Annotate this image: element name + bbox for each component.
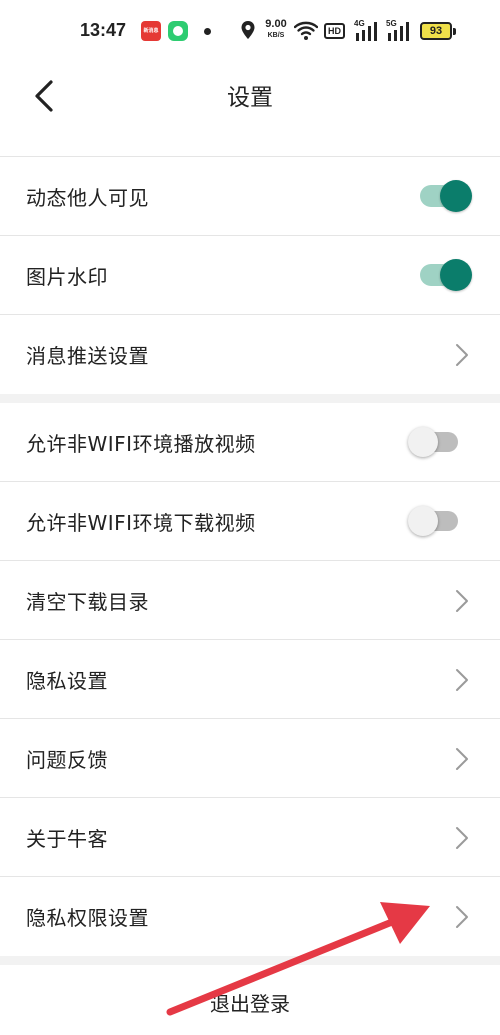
setting-label: 关于牛客 bbox=[26, 826, 108, 851]
setting-row-moments-visible[interactable]: 动态他人可见 bbox=[0, 157, 500, 236]
app-notification-icon: 新消息 bbox=[141, 21, 161, 41]
page-title: 设置 bbox=[227, 85, 273, 111]
setting-row-download-video-non-wifi[interactable]: 允许非WIFI环境下载视频 bbox=[0, 482, 500, 561]
signal-icon: 4G bbox=[354, 19, 378, 47]
sim1-network-tag: 4G bbox=[354, 19, 365, 28]
setting-row-play-video-non-wifi[interactable]: 允许非WIFI环境播放视频 bbox=[0, 403, 500, 482]
dot-icon bbox=[204, 28, 211, 35]
setting-label: 图片水印 bbox=[26, 264, 108, 289]
setting-label: 问题反馈 bbox=[26, 747, 108, 772]
setting-label: 清空下载目录 bbox=[26, 589, 149, 614]
logout-button[interactable]: 退出登录 bbox=[0, 965, 500, 1035]
play-video-non-wifi-toggle[interactable] bbox=[408, 427, 458, 457]
setting-label: 允许非WIFI环境播放视频 bbox=[26, 431, 256, 456]
setting-row-privacy-settings[interactable]: 隐私设置 bbox=[0, 640, 500, 719]
setting-row-clear-downloads[interactable]: 清空下载目录 bbox=[0, 561, 500, 640]
signal-icon: 5G bbox=[386, 19, 410, 47]
chevron-right-icon bbox=[456, 344, 468, 366]
setting-row-about[interactable]: 关于牛客 bbox=[0, 798, 500, 877]
network-speed: 9.00 KB/S bbox=[262, 19, 290, 41]
setting-label: 隐私权限设置 bbox=[26, 906, 149, 930]
network-speed-unit: KB/S bbox=[267, 32, 285, 39]
setting-label: 隐私设置 bbox=[26, 668, 108, 693]
toggle-knob bbox=[408, 427, 438, 457]
status-bar: 13:47 新消息 9.00 KB/S HD 4G 5G 93 bbox=[0, 0, 500, 64]
group-separator bbox=[0, 956, 500, 965]
setting-label: 动态他人可见 bbox=[26, 185, 149, 210]
group-separator bbox=[0, 394, 500, 403]
setting-row-privacy-permissions[interactable]: 隐私权限设置 bbox=[0, 877, 500, 956]
sim2-network-tag: 5G bbox=[386, 19, 397, 28]
chevron-right-icon bbox=[456, 748, 468, 770]
status-time: 13:47 bbox=[80, 20, 127, 40]
toggle-knob bbox=[440, 180, 472, 212]
location-icon bbox=[240, 20, 256, 44]
toggle-knob bbox=[440, 259, 472, 291]
wifi-icon bbox=[293, 21, 319, 45]
hd-icon: HD bbox=[324, 23, 345, 39]
setting-label: 消息推送设置 bbox=[26, 344, 149, 368]
notification-badge-text: 新消息 bbox=[143, 28, 159, 34]
setting-label: 允许非WIFI环境下载视频 bbox=[26, 510, 256, 535]
logout-label: 退出登录 bbox=[210, 992, 290, 1016]
chevron-right-icon bbox=[456, 906, 468, 928]
network-speed-value: 9.00 bbox=[265, 18, 287, 30]
setting-row-image-watermark[interactable]: 图片水印 bbox=[0, 236, 500, 315]
top-navigation-bar: 设置 bbox=[0, 64, 500, 156]
moments-visible-toggle[interactable] bbox=[420, 180, 472, 212]
chevron-right-icon bbox=[456, 669, 468, 691]
app-green-icon bbox=[168, 21, 188, 41]
image-watermark-toggle[interactable] bbox=[420, 259, 472, 291]
chevron-right-icon bbox=[456, 590, 468, 612]
toggle-knob bbox=[408, 506, 438, 536]
setting-row-feedback[interactable]: 问题反馈 bbox=[0, 719, 500, 798]
download-video-non-wifi-toggle[interactable] bbox=[408, 506, 458, 536]
battery-icon: 93 bbox=[420, 22, 456, 40]
setting-row-push-notifications[interactable]: 消息推送设置 bbox=[0, 315, 500, 394]
chevron-right-icon bbox=[456, 827, 468, 849]
